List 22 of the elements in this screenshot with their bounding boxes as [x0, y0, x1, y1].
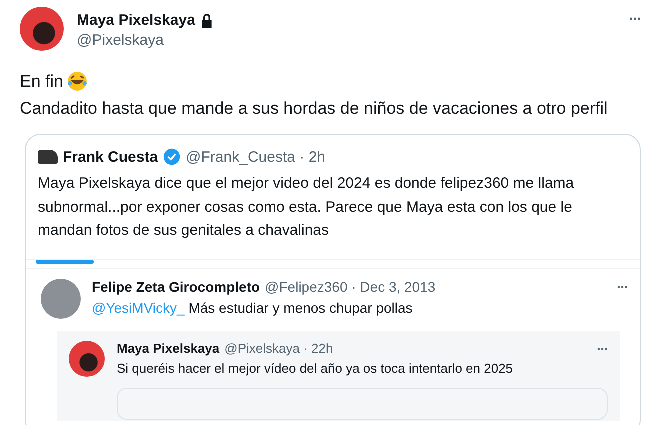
author-handle: @Frank_Cuesta · 2h: [186, 148, 326, 166]
tweet-text: Candadito hasta que mande a sus hordas de niños de vacaciones a otro perfil: [20, 98, 609, 120]
post-text: @YesiMVicky_ Más estudiar y menos chupar pollas: [92, 300, 414, 316]
avatar[interactable]: [20, 7, 64, 51]
avatar: [38, 150, 58, 164]
author-handle: @Pixelskaya · 22h: [224, 341, 334, 356]
more-button[interactable]: ···: [629, 7, 641, 28]
author-name: Frank Cuesta: [63, 148, 158, 166]
author-handle: @Felipez360 · Dec 3, 2013: [265, 278, 436, 294]
ellipsis-label: ···: [617, 278, 628, 294]
laughing-emoji-icon: [67, 71, 88, 92]
ellipsis-label: ···: [597, 340, 608, 356]
author-name: Maya Pixelskaya: [117, 341, 220, 356]
tweet-text: En fin: [20, 71, 64, 93]
post-text: Si queréis hacer el mejor vídeo del año ya os toca intentarlo en 2025: [117, 360, 514, 376]
author-handle[interactable]: @Pixelskaya: [77, 32, 214, 49]
quoted-tweet-card[interactable]: [25, 134, 641, 425]
author-name: Felipe Zeta Girocompleto: [92, 278, 260, 294]
avatar: [41, 278, 81, 318]
author-name[interactable]: Maya Pixelskaya: [77, 12, 196, 29]
quoted-tweet-text: Maya Pixelskaya dice que el mejor video del 2024 es donde felipez360 me llama subnormal...por exponer cosas como esta. Parece que Maya esta con los que le mandan fotos de sus genitales a chavalinas: [38, 174, 576, 241]
avatar: [69, 340, 105, 376]
